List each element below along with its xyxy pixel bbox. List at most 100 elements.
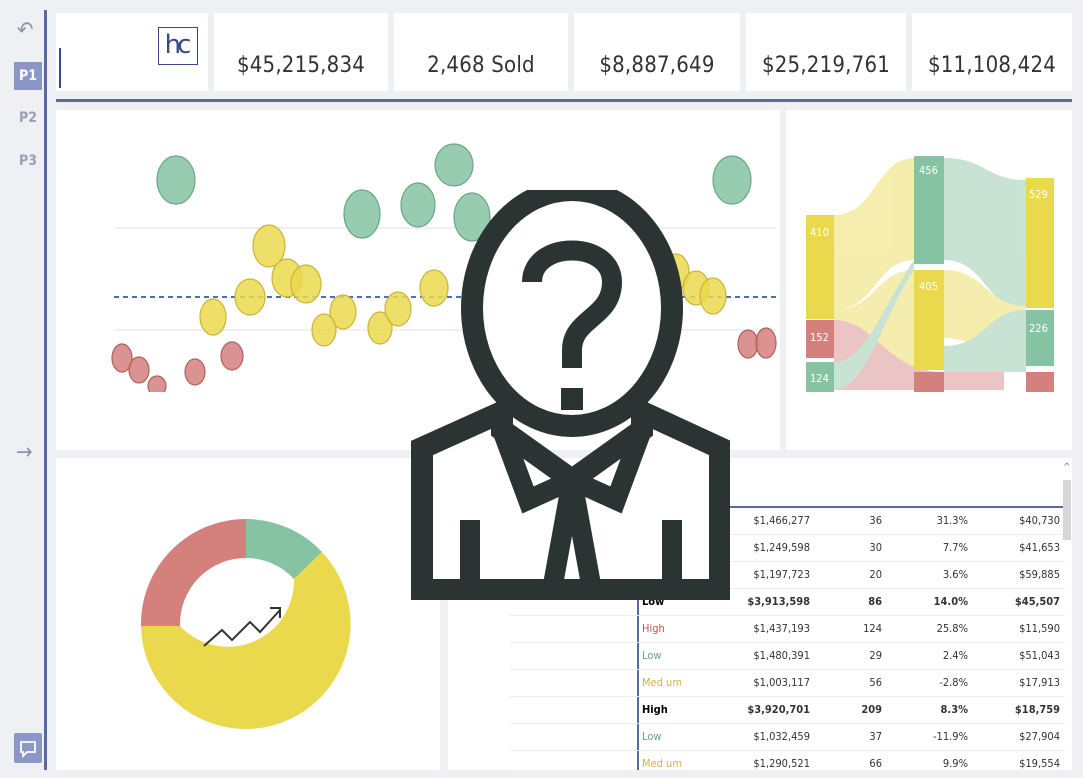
arrow-right-icon[interactable]: → xyxy=(16,440,33,465)
company-logo: hc xyxy=(56,13,208,91)
table-row[interactable]: Low $1,032,459 37 -11.9% $27,904 xyxy=(510,724,1070,751)
page-tab-p3[interactable]: P3 xyxy=(14,147,42,175)
node-label: 124 xyxy=(810,372,829,385)
cell-segment: High xyxy=(642,622,665,635)
cell-pct: -11.9% xyxy=(932,730,968,743)
point[interactable] xyxy=(343,189,381,239)
point[interactable] xyxy=(199,298,227,336)
cell-pct: 7.7% xyxy=(942,541,968,554)
point[interactable] xyxy=(128,356,150,384)
point[interactable] xyxy=(434,143,474,187)
cell-count: 56 xyxy=(869,676,882,689)
cell-avg: $59,885 xyxy=(1019,568,1060,581)
kpi-card-revenue[interactable]: $45,215,834 xyxy=(214,13,388,91)
cell-sales: $1,249,598 xyxy=(753,541,810,554)
hc-logo-icon: hc xyxy=(158,27,198,65)
cell-sales: $3,920,701 xyxy=(747,703,810,716)
point[interactable] xyxy=(755,327,777,359)
donut-slice[interactable] xyxy=(140,519,246,626)
cell-pct: 3.6% xyxy=(942,568,968,581)
cell-avg: $18,759 xyxy=(1014,703,1060,716)
cell-avg: $19,554 xyxy=(1019,757,1060,770)
point[interactable] xyxy=(184,358,206,386)
cell-count: 20 xyxy=(869,568,882,581)
point[interactable] xyxy=(384,291,412,327)
cell-sales: $3,913,598 xyxy=(747,595,810,608)
cell-count: 36 xyxy=(869,514,882,527)
rail-divider xyxy=(44,10,47,770)
kpi-card-5[interactable]: $11,108,424 xyxy=(912,13,1072,91)
table-row[interactable]: High $1,437,193 124 25.8% $11,590 xyxy=(510,616,1070,643)
cell-count: 30 xyxy=(869,541,882,554)
cell-count: 29 xyxy=(869,649,882,662)
table-row[interactable]: Low $1,480,391 29 2.4% $51,043 xyxy=(510,643,1070,670)
kpi-value: $45,215,834 xyxy=(236,53,366,78)
node-label: 456 xyxy=(919,164,938,177)
point[interactable] xyxy=(220,341,244,371)
cell-sales: $1,197,723 xyxy=(753,568,810,581)
cell-sales: $1,466,277 xyxy=(753,514,810,527)
table-row[interactable]: High $3,920,701 209 8.3% $18,759 xyxy=(510,697,1070,724)
kpi-value: 2,468 Sold xyxy=(427,53,535,78)
header-divider xyxy=(56,99,1072,102)
cell-sales: $1,032,459 xyxy=(753,730,810,743)
cell-count: 124 xyxy=(863,622,882,635)
kpi-card-sold[interactable]: 2,468 Sold xyxy=(394,13,568,91)
point[interactable] xyxy=(737,329,759,359)
cell-pct: 31.3% xyxy=(936,514,968,527)
point[interactable] xyxy=(234,278,266,316)
cell-avg: $17,913 xyxy=(1019,676,1060,689)
table-row[interactable]: Med um $1,003,117 56 -2.8% $17,913 xyxy=(510,670,1070,697)
cell-pct: 25.8% xyxy=(936,622,968,635)
cell-count: 86 xyxy=(868,595,882,608)
cell-count: 66 xyxy=(869,757,882,770)
kpi-value: $25,219,761 xyxy=(761,53,891,78)
cell-pct: 8.3% xyxy=(940,703,968,716)
cell-sales: $1,003,117 xyxy=(753,676,810,689)
page-tab-p1[interactable]: P1 xyxy=(14,62,42,90)
cell-count: 209 xyxy=(861,703,882,716)
cell-avg: $27,904 xyxy=(1019,730,1060,743)
kpi-card-4[interactable]: $25,219,761 xyxy=(746,13,906,91)
axis-mask xyxy=(114,392,174,402)
sankey-node[interactable] xyxy=(914,372,944,392)
sankey-chart: 410 152 124 456 405 529 226 xyxy=(806,156,1054,392)
undo-icon[interactable]: ↶ xyxy=(17,18,34,43)
chat-icon[interactable] xyxy=(14,733,42,763)
cell-segment: Low xyxy=(642,730,662,743)
point[interactable] xyxy=(156,155,196,205)
sankey-panel[interactable]: 410 152 124 456 405 529 226 xyxy=(786,110,1072,450)
node-label: 226 xyxy=(1029,322,1048,335)
point[interactable] xyxy=(290,264,322,304)
cell-segment: Low xyxy=(642,649,662,662)
donut-panel[interactable] xyxy=(56,458,440,770)
table-scrollbar[interactable] xyxy=(1063,480,1071,540)
cell-avg: $51,043 xyxy=(1019,649,1060,662)
cell-sales: $1,480,391 xyxy=(753,649,810,662)
kpi-card-3[interactable]: $8,887,649 xyxy=(574,13,740,91)
unknown-person-icon xyxy=(411,190,730,600)
table-row[interactable]: Med um $1,290,521 66 9.9% $19,554 xyxy=(510,751,1070,778)
cell-avg: $40,730 xyxy=(1019,514,1060,527)
node-label: 152 xyxy=(810,331,829,344)
cell-sales: $1,290,521 xyxy=(753,757,810,770)
cell-count: 37 xyxy=(869,730,882,743)
donut-chart xyxy=(140,519,351,729)
cell-avg: $41,653 xyxy=(1019,541,1060,554)
cell-segment: Med um xyxy=(642,676,682,689)
node-label: 405 xyxy=(919,280,938,293)
scroll-up-icon[interactable]: ^ xyxy=(1063,462,1071,473)
node-label: 529 xyxy=(1029,188,1048,201)
kpi-value: $8,887,649 xyxy=(599,53,715,78)
logo-divider xyxy=(59,48,61,88)
cell-pct: 14.0% xyxy=(933,595,968,608)
cell-avg: $11,590 xyxy=(1019,622,1060,635)
page-tab-p2[interactable]: P2 xyxy=(14,104,42,132)
cell-segment: Med um xyxy=(642,757,682,770)
cell-pct: 9.9% xyxy=(942,757,968,770)
cell-pct: -2.8% xyxy=(939,676,968,689)
sankey-node[interactable] xyxy=(1026,310,1054,366)
point[interactable] xyxy=(311,313,337,347)
page-nav-rail: ↶ P1 P2 P3 → xyxy=(0,0,47,770)
sankey-node[interactable] xyxy=(1026,372,1054,392)
